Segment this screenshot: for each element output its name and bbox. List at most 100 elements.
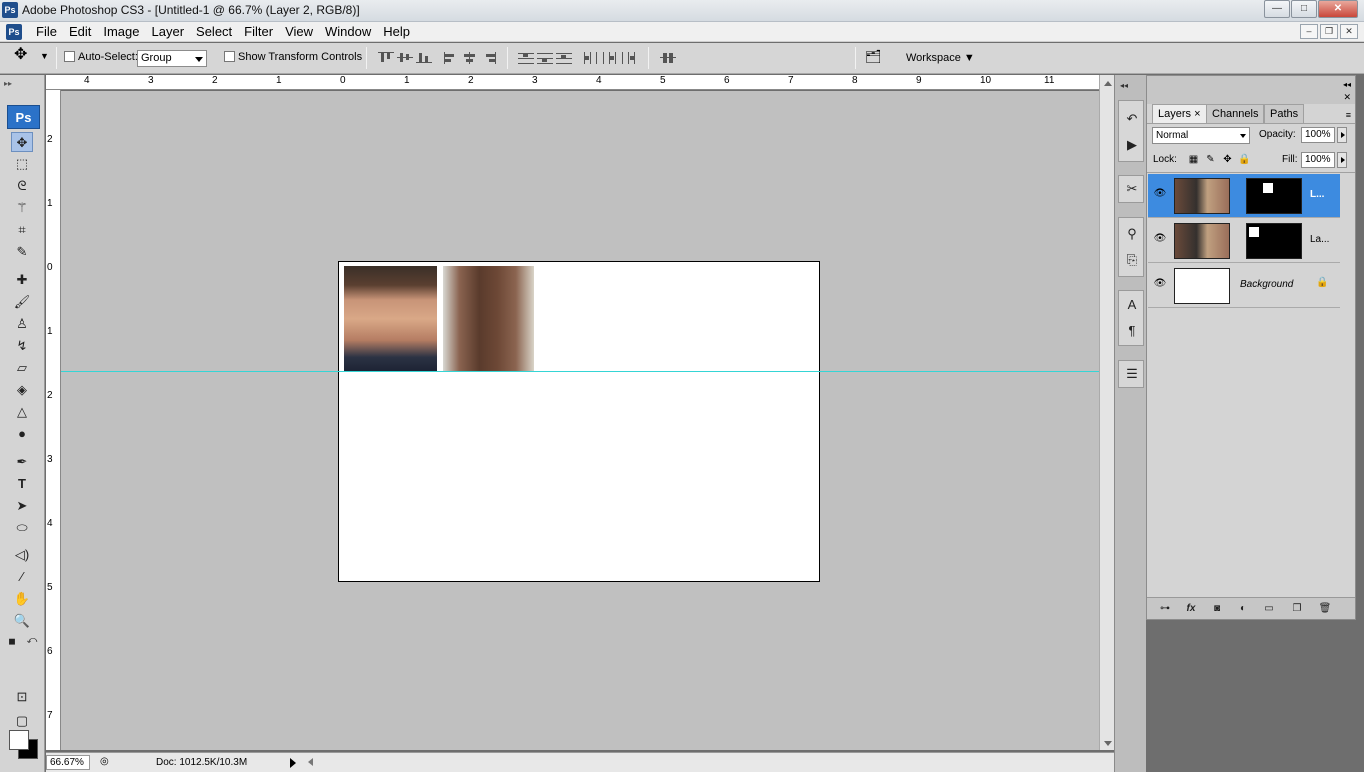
character-panel-icon[interactable]: A xyxy=(1122,295,1142,315)
menu-file[interactable]: File xyxy=(30,24,63,40)
paragraph-panel-icon[interactable]: ¶ xyxy=(1122,321,1142,341)
hand-tool-icon[interactable]: ✋ xyxy=(11,589,33,609)
distribute-bottom-icon[interactable] xyxy=(556,52,572,64)
foreground-color-swatch[interactable] xyxy=(9,730,29,750)
tab-layers[interactable]: Layers × xyxy=(1152,104,1207,124)
fx-icon[interactable]: fx xyxy=(1183,602,1199,616)
checkbox-icon[interactable] xyxy=(64,51,75,62)
actions-panel-icon[interactable]: ▶ xyxy=(1122,135,1142,155)
layer-photo-1[interactable] xyxy=(344,266,437,372)
canvas-area[interactable] xyxy=(61,91,1099,750)
adjustment-icon[interactable]: ◐ xyxy=(1235,602,1251,616)
dock-grip[interactable]: ◂◂ xyxy=(1120,81,1128,90)
brush-tool-icon[interactable]: 🖌 xyxy=(11,292,33,312)
visibility-eye-icon[interactable]: 👁 xyxy=(1153,233,1167,245)
distribute-top-icon[interactable] xyxy=(518,52,534,64)
doc-restore-button[interactable]: ❐ xyxy=(1320,24,1338,39)
zoom-tool-icon[interactable]: 🔍 xyxy=(11,611,33,631)
tool-presets-icon[interactable]: ✂ xyxy=(1122,179,1142,199)
distribute-vcenter-icon[interactable] xyxy=(537,52,553,64)
lock-pixels-icon[interactable]: ✎ xyxy=(1204,153,1217,166)
auto-align-icon[interactable] xyxy=(660,52,676,64)
visibility-eye-icon[interactable]: 👁 xyxy=(1153,188,1167,200)
layer-row[interactable]: 👁 L... xyxy=(1148,174,1340,218)
quick-mask-icon[interactable]: ⊡ xyxy=(11,687,33,707)
lock-transparency-icon[interactable]: ▦ xyxy=(1187,153,1200,166)
ellipse-tool-icon[interactable]: ⬭ xyxy=(11,518,33,538)
healing-brush-tool-icon[interactable]: ✚ xyxy=(11,270,33,290)
slice-tool-icon[interactable]: ✎ xyxy=(11,242,33,262)
link-icon[interactable]: ⊶ xyxy=(1157,602,1173,616)
panel-menu-icon[interactable]: ≡ xyxy=(1346,110,1351,120)
maximize-button[interactable]: □ xyxy=(1291,0,1317,18)
auto-select-dropdown[interactable]: Group xyxy=(137,50,207,67)
crop-tool-icon[interactable]: ⌗ xyxy=(11,220,33,240)
doc-close-button[interactable]: ✕ xyxy=(1340,24,1358,39)
layer-photo-2[interactable] xyxy=(443,266,534,372)
layer-row[interactable]: 👁 La... xyxy=(1148,219,1340,263)
layer-thumbnail[interactable] xyxy=(1174,268,1230,304)
eraser-tool-icon[interactable]: ▱ xyxy=(11,358,33,378)
zoom-field[interactable]: 66.67% xyxy=(46,755,90,770)
distribute-hcenter-icon[interactable] xyxy=(602,52,618,64)
dodge-tool-icon[interactable]: ● xyxy=(11,424,33,444)
layer-name[interactable]: Background xyxy=(1240,279,1293,290)
scroll-up-icon[interactable] xyxy=(1104,81,1112,86)
status-menu-arrow-icon[interactable] xyxy=(290,758,296,768)
scroll-left-icon[interactable] xyxy=(308,758,313,766)
default-colors-icon[interactable]: ◼ xyxy=(5,635,19,647)
status-info-icon[interactable]: ◎ xyxy=(100,756,109,767)
layer-name[interactable]: L... xyxy=(1310,189,1324,200)
align-vcenter-icon[interactable] xyxy=(397,52,413,64)
pen-tool-icon[interactable]: ✒ xyxy=(11,452,33,472)
minimize-button[interactable]: — xyxy=(1264,0,1290,18)
magic-wand-tool-icon[interactable]: ⚚ xyxy=(11,198,33,218)
align-left-icon[interactable] xyxy=(443,52,459,64)
lock-all-icon[interactable]: 🔒 xyxy=(1238,153,1251,166)
mask-icon[interactable]: ◙ xyxy=(1209,602,1225,616)
group-icon[interactable]: ▭ xyxy=(1261,602,1277,616)
screen-mode-icon[interactable]: ▢ xyxy=(11,711,33,731)
doc-minimize-button[interactable]: – xyxy=(1300,24,1318,39)
type-tool-icon[interactable]: T xyxy=(11,474,33,494)
paint-bucket-tool-icon[interactable]: ◈ xyxy=(11,380,33,400)
visibility-eye-icon[interactable]: 👁 xyxy=(1153,278,1167,290)
collapse-panel-icon[interactable]: ◂◂ xyxy=(1343,80,1351,89)
layer-thumbnail[interactable] xyxy=(1174,178,1230,214)
tab-paths[interactable]: Paths xyxy=(1264,104,1305,124)
close-panel-icon[interactable]: ✕ xyxy=(1343,92,1351,103)
opacity-field[interactable]: 100% xyxy=(1301,127,1335,143)
layer-name[interactable]: La... xyxy=(1310,234,1329,245)
opacity-slider-button[interactable] xyxy=(1337,127,1347,143)
move-tool-icon[interactable]: ✥ xyxy=(14,47,27,63)
history-brush-tool-icon[interactable]: ↯ xyxy=(11,336,33,356)
workspace-button[interactable]: Workspace ▼ xyxy=(906,50,975,66)
blend-mode-dropdown[interactable]: Normal xyxy=(1152,127,1250,144)
menu-filter[interactable]: Filter xyxy=(238,24,279,40)
history-panel-icon[interactable]: ↶ xyxy=(1122,109,1142,129)
photoshop-logo[interactable]: Ps xyxy=(7,105,40,129)
blur-tool-icon[interactable]: △ xyxy=(11,402,33,422)
notes-tool-icon[interactable]: ◁) xyxy=(11,545,33,565)
toolbox-grip[interactable]: ▸▸ xyxy=(4,79,12,88)
auto-select-checkbox[interactable]: Auto-Select: xyxy=(64,49,138,65)
menu-view[interactable]: View xyxy=(279,24,319,40)
layer-row[interactable]: 👁 Background 🔒 xyxy=(1148,264,1340,308)
align-bottom-icon[interactable] xyxy=(416,52,432,64)
eyedropper-tool-icon[interactable]: ⁄ xyxy=(11,567,33,587)
align-right-icon[interactable] xyxy=(481,52,497,64)
align-hcenter-icon[interactable] xyxy=(462,52,478,64)
fill-slider-button[interactable] xyxy=(1337,152,1347,168)
layer-mask-thumbnail[interactable] xyxy=(1246,223,1302,259)
bridge-icon[interactable]: 🗂 xyxy=(865,49,882,65)
menu-select[interactable]: Select xyxy=(190,24,238,40)
vertical-scrollbar[interactable] xyxy=(1099,75,1114,750)
menu-layer[interactable]: Layer xyxy=(146,24,191,40)
path-selection-tool-icon[interactable]: ➤ xyxy=(11,496,33,516)
new-layer-icon[interactable]: ❐ xyxy=(1289,602,1305,616)
brushes-panel-icon[interactable]: ⚲ xyxy=(1122,224,1142,244)
scroll-down-icon[interactable] xyxy=(1104,741,1112,746)
clone-stamp-tool-icon[interactable]: ♙ xyxy=(11,314,33,334)
move-tool-icon[interactable]: ✥ xyxy=(11,132,33,152)
clone-source-icon[interactable]: ⎘ xyxy=(1122,250,1142,270)
